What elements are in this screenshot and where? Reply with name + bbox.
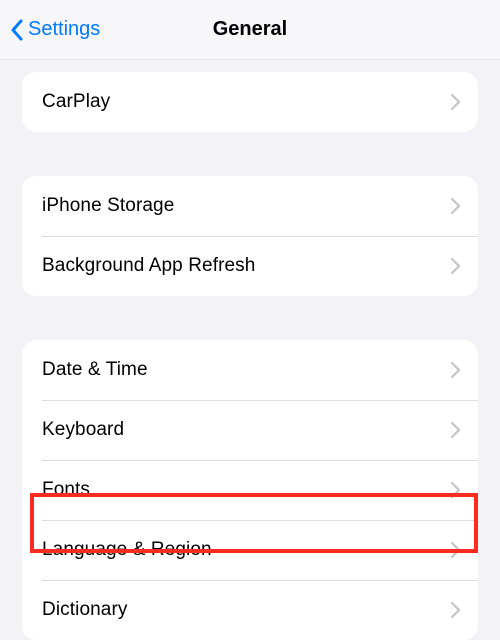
content: CarPlay iPhone Storage Background App Re… [0, 72, 500, 640]
chevron-right-icon [451, 94, 460, 110]
navbar: Settings General [0, 0, 500, 60]
settings-group: iPhone Storage Background App Refresh [22, 176, 478, 296]
row-label: Dictionary [42, 599, 451, 621]
row-label: iPhone Storage [42, 195, 451, 217]
row-carplay[interactable]: CarPlay [22, 72, 478, 132]
settings-group: Date & Time Keyboard Fonts Language & Re… [22, 340, 478, 640]
row-iphone-storage[interactable]: iPhone Storage [22, 176, 478, 236]
row-fonts[interactable]: Fonts [22, 460, 478, 520]
chevron-right-icon [451, 258, 460, 274]
row-label: Date & Time [42, 359, 451, 381]
chevron-right-icon [451, 602, 460, 618]
chevron-left-icon [10, 19, 24, 41]
row-label: Background App Refresh [42, 255, 451, 277]
back-button[interactable]: Settings [0, 18, 100, 41]
row-dictionary[interactable]: Dictionary [22, 580, 478, 640]
chevron-right-icon [451, 362, 460, 378]
back-label: Settings [28, 18, 100, 41]
row-label: CarPlay [42, 91, 451, 113]
row-language-region[interactable]: Language & Region [22, 520, 478, 580]
row-label: Keyboard [42, 419, 451, 441]
chevron-right-icon [451, 422, 460, 438]
row-label: Language & Region [42, 539, 451, 561]
row-keyboard[interactable]: Keyboard [22, 400, 478, 460]
row-label: Fonts [42, 479, 451, 501]
chevron-right-icon [451, 482, 460, 498]
row-background-app-refresh[interactable]: Background App Refresh [22, 236, 478, 296]
chevron-right-icon [451, 542, 460, 558]
row-date-time[interactable]: Date & Time [22, 340, 478, 400]
settings-group: CarPlay [22, 72, 478, 132]
chevron-right-icon [451, 198, 460, 214]
